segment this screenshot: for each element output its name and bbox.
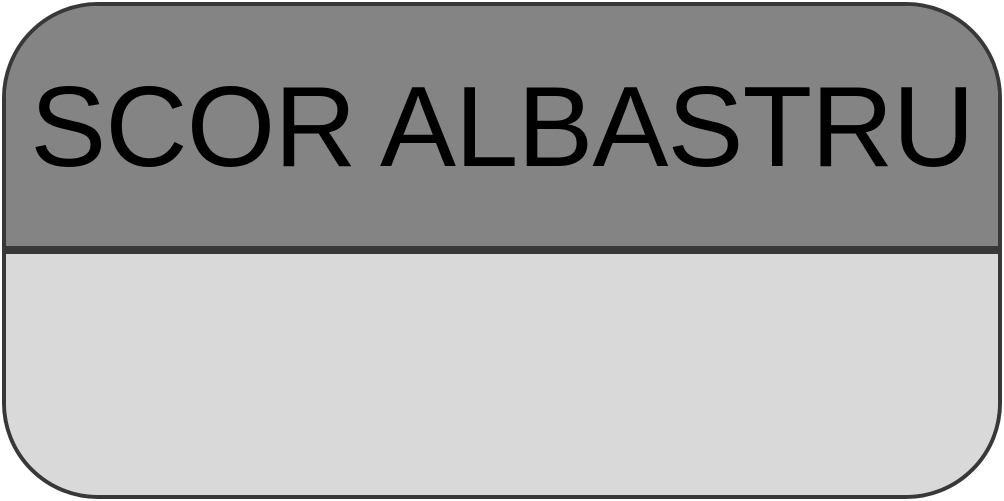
score-value-area: [6, 254, 998, 495]
score-header: SCOR ALBASTRU: [6, 6, 998, 254]
score-card: SCOR ALBASTRU: [2, 2, 1002, 499]
score-title: SCOR ALBASTRU: [30, 64, 975, 191]
